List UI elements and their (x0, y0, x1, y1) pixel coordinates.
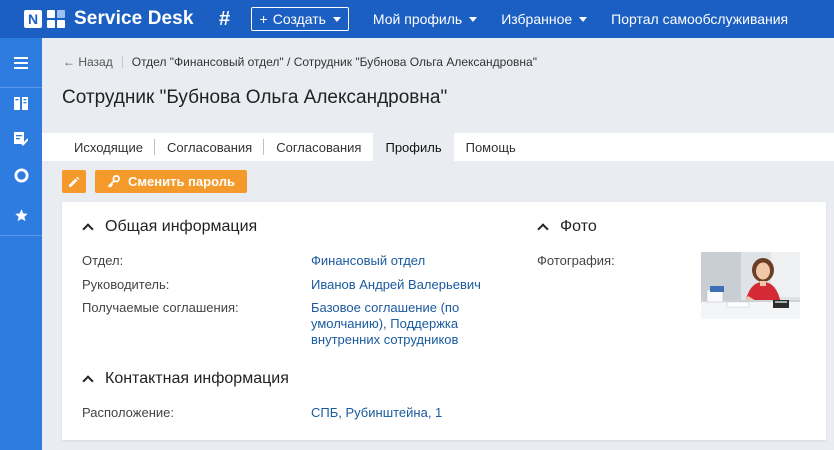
chevron-down-icon (579, 16, 588, 22)
breadcrumb-divider (121, 56, 123, 68)
field-label-manager: Руководитель: (82, 277, 170, 292)
tab-approvals-1[interactable]: Согласования (155, 133, 265, 161)
field-value-department[interactable]: Финансовый отдел (311, 253, 425, 269)
nav-my-profile-label: Мой профиль (372, 11, 463, 27)
star-icon[interactable] (0, 196, 42, 234)
nav-self-service-portal-label: Портал самообслуживания (611, 11, 789, 27)
plus-icon: + (259, 11, 268, 27)
create-button-label: Создать (272, 11, 326, 27)
logo-grid-icon (47, 10, 65, 28)
pencil-icon (69, 176, 80, 187)
arrow-left-icon: ← (63, 55, 75, 69)
key-icon (107, 175, 120, 188)
contact-info-title: Контактная информация (105, 370, 289, 387)
chevron-down-icon (469, 16, 478, 22)
agreements-line: Базовое соглашение (по (311, 300, 460, 315)
field-value-manager[interactable]: Иванов Андрей Валерьевич (311, 277, 481, 293)
logo-n-icon: N (24, 10, 42, 28)
menu-icon[interactable] (0, 44, 42, 82)
agreements-line: умолчанию), Поддержка (311, 316, 459, 331)
agreements-line: внутренних сотрудников (311, 332, 459, 347)
employee-photo[interactable] (701, 252, 800, 319)
hash-icon[interactable]: # (217, 8, 233, 31)
field-label-photo: Фотография: (537, 253, 615, 268)
tab-profile[interactable]: Профиль (373, 133, 454, 161)
profile-card: Общая информация Отдел: Финансовый отдел… (62, 202, 826, 440)
breadcrumb: ← Назад Отдел "Финансовый отдел" / Сотру… (63, 55, 537, 69)
field-label-agreements: Получаемые соглашения: (82, 300, 239, 315)
general-info-title: Общая информация (105, 218, 258, 235)
contact-info-header[interactable]: Контактная информация (82, 370, 289, 388)
nav-my-profile[interactable]: Мой профиль (372, 11, 478, 27)
chevron-up-icon (82, 223, 94, 235)
sidebar-divider (0, 235, 42, 236)
nav-favorites[interactable]: Избранное (501, 11, 588, 27)
field-value-agreements[interactable]: Базовое соглашение (по умолчанию), Подде… (311, 300, 501, 348)
page-title: Сотрудник "Бубнова Ольга Александровна" (62, 87, 448, 108)
lifebuoy-icon[interactable] (0, 156, 42, 194)
chevron-up-icon (82, 375, 94, 387)
tabs: Исходящие Согласования Согласования Проф… (62, 133, 528, 161)
nav-favorites-label: Избранное (501, 11, 573, 27)
photo-title: Фото (560, 218, 597, 235)
sidebar (0, 38, 42, 450)
tab-help[interactable]: Помощь (454, 133, 528, 161)
back-link[interactable]: ← Назад (63, 55, 113, 69)
field-label-department: Отдел: (82, 253, 124, 268)
tab-approvals-2[interactable]: Согласования (264, 133, 373, 161)
chevron-down-icon (332, 16, 341, 22)
field-value-location[interactable]: СПБ, Рубинштейна, 1 (311, 405, 442, 421)
nav-self-service-portal[interactable]: Портал самообслуживания (611, 11, 788, 27)
create-button[interactable]: + Создать (250, 7, 349, 31)
breadcrumb-path[interactable]: Отдел "Финансовый отдел" / Сотрудник "Бу… (132, 55, 537, 69)
checklist-icon[interactable] (0, 120, 42, 158)
toolbar: Сменить пароль (62, 170, 247, 193)
top-bar: N Service Desk # + Создать Мой профиль И… (0, 0, 834, 38)
change-password-button[interactable]: Сменить пароль (95, 170, 247, 193)
back-link-label: Назад (78, 55, 113, 69)
book-icon[interactable] (0, 84, 42, 122)
photo-header[interactable]: Фото (537, 218, 597, 236)
edit-button[interactable] (62, 170, 86, 193)
change-password-label: Сменить пароль (128, 174, 235, 189)
tab-outgoing[interactable]: Исходящие (62, 133, 155, 161)
logo[interactable]: N Service Desk (24, 0, 194, 38)
chevron-up-icon (537, 223, 549, 235)
general-info-header[interactable]: Общая информация (82, 218, 258, 236)
app-name: Service Desk (74, 8, 194, 29)
field-label-location: Расположение: (82, 405, 174, 420)
